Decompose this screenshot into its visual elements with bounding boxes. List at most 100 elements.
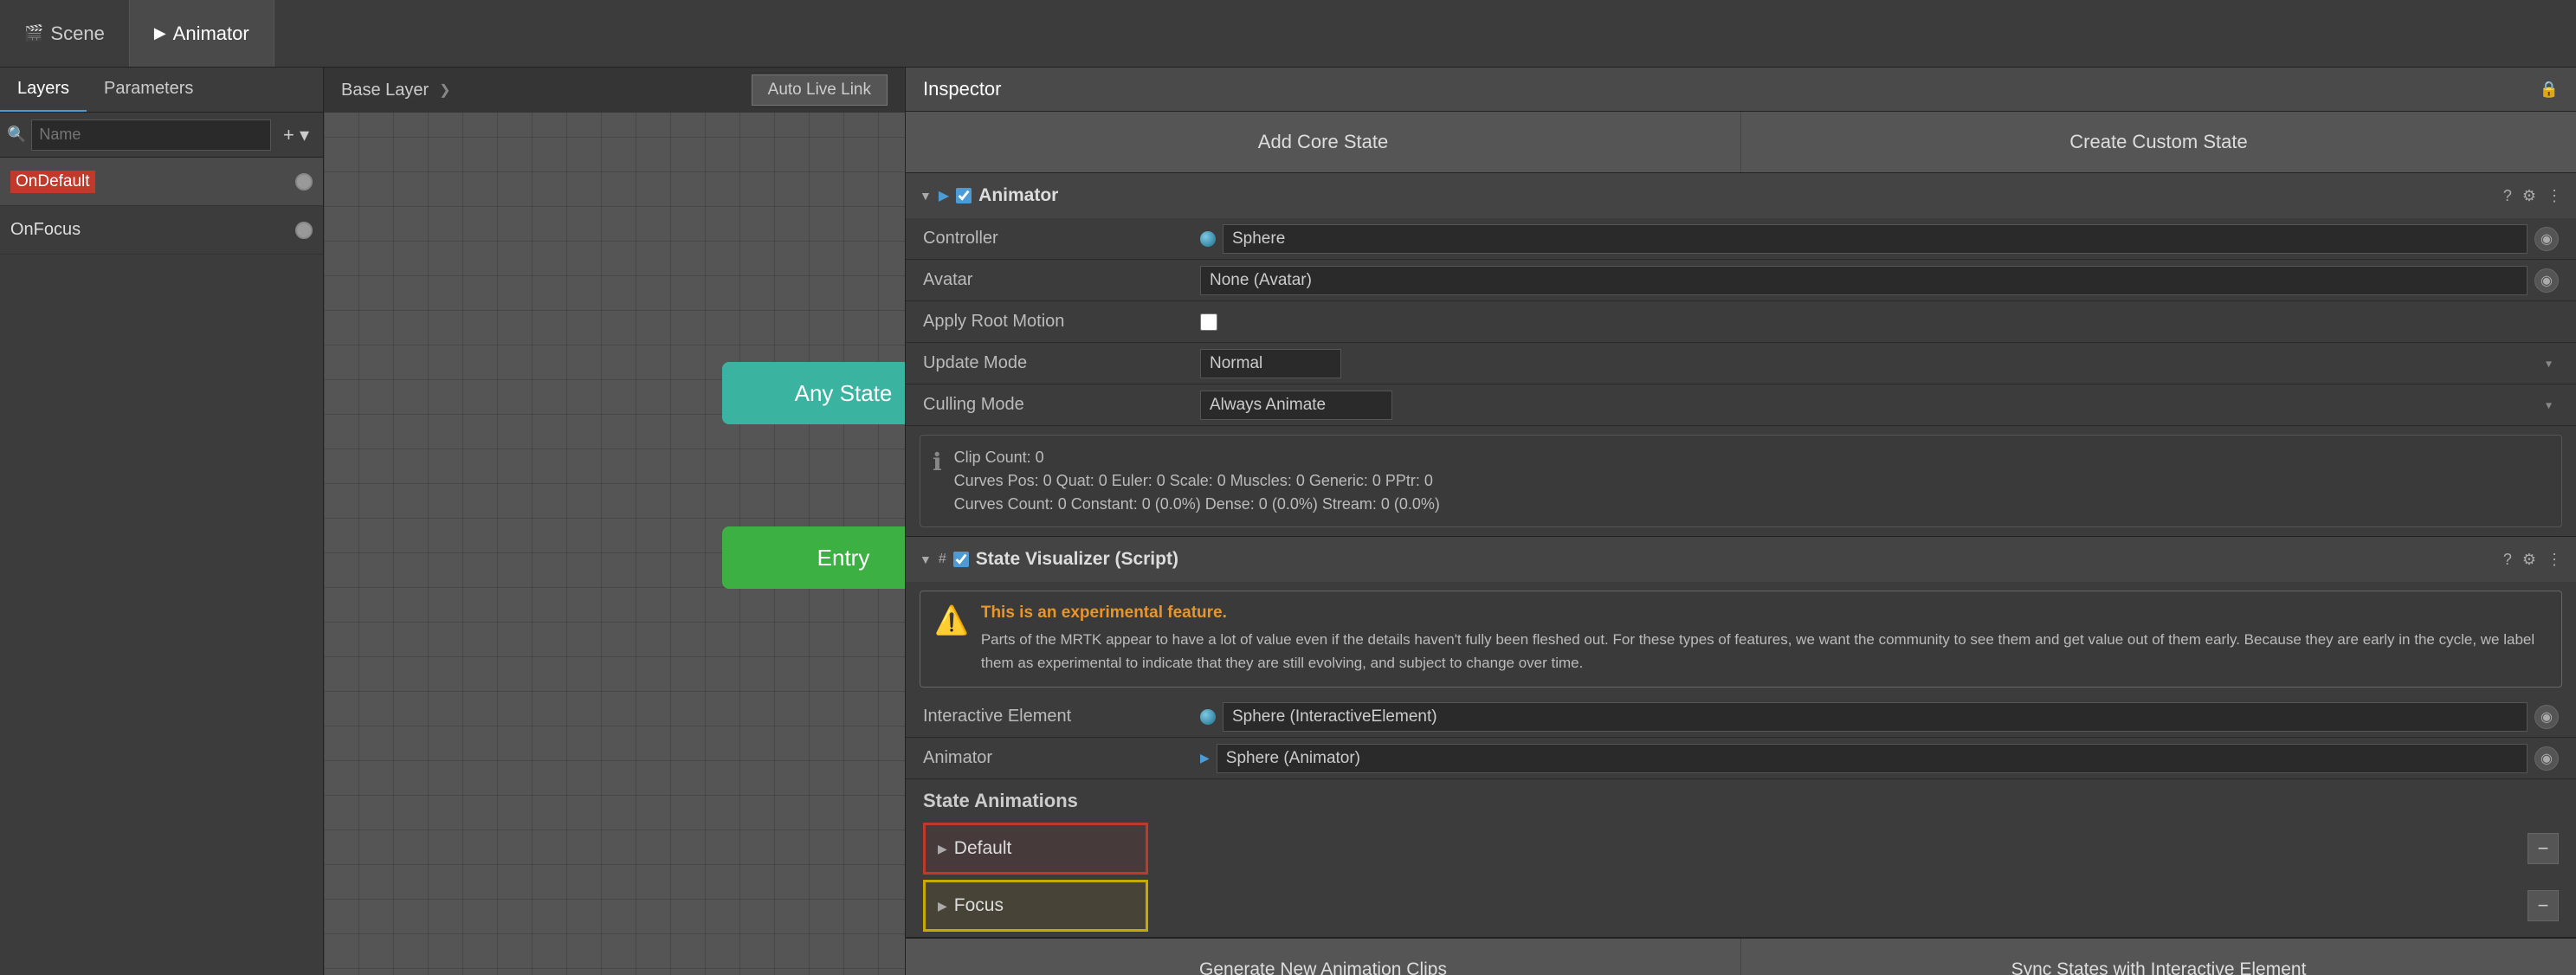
state-anim-focus-box[interactable]: ▶ Focus	[923, 880, 1148, 932]
state-anim-focus-arrow: ▶	[938, 899, 947, 914]
left-tabs: Layers Parameters	[0, 68, 323, 113]
add-core-state-button[interactable]: Add Core State	[906, 112, 1741, 172]
arrows-svg	[324, 68, 905, 975]
clip-info-box: ℹ Clip Count: 0 Curves Pos: 0 Quat: 0 Eu…	[920, 435, 2562, 527]
main-layout: Layers Parameters 🔍 + ▾ OnDefault OnFocu…	[0, 68, 2576, 975]
tab-animator[interactable]: ▶ Animator	[130, 0, 274, 67]
layer-name-onfocus: OnFocus	[10, 220, 81, 240]
search-input[interactable]	[31, 119, 271, 151]
update-mode-arrow: ▾	[2546, 356, 2552, 371]
apply-root-motion-field: Apply Root Motion	[906, 301, 2576, 343]
action-buttons: Add Core State Create Custom State	[906, 112, 2576, 173]
state-visualizer-section: ▼ # State Visualizer (Script) ? ⚙ ⋮ ⚠️ T…	[906, 537, 2576, 938]
sv-hash-icon: #	[939, 552, 946, 567]
layer-name-ondefault: OnDefault	[10, 171, 95, 193]
help-icon: ?	[2503, 187, 2512, 205]
avatar-select-btn[interactable]: ◉	[2534, 268, 2559, 293]
layer-dot-onfocus	[295, 222, 313, 239]
sv-help-icon: ?	[2503, 551, 2512, 569]
avatar-value: ◉	[1200, 266, 2559, 295]
update-mode-select-wrapper: Normal Animate Physics Unscaled Time ▾	[1200, 349, 2559, 378]
apply-root-motion-label: Apply Root Motion	[923, 312, 1200, 332]
culling-mode-field: Culling Mode Always Animate Cull Update …	[906, 384, 2576, 426]
node-entry[interactable]: Entry	[722, 526, 905, 589]
controller-value: ◉	[1200, 224, 2559, 254]
update-mode-select[interactable]: Normal Animate Physics Unscaled Time	[1200, 349, 1341, 378]
lock-icon: 🔒	[2540, 81, 2559, 99]
state-anim-default-box[interactable]: ▶ Default	[923, 823, 1148, 875]
animator-canvas[interactable]: Base Layer ❯ Auto Live Link	[324, 68, 905, 975]
state-anim-default-arrow: ▶	[938, 842, 947, 856]
scene-icon: 🎬	[24, 24, 43, 42]
controller-select-btn[interactable]: ◉	[2534, 227, 2559, 251]
tab-scene[interactable]: 🎬 Scene	[0, 0, 130, 67]
culling-mode-select[interactable]: Always Animate Cull Update Transforms Cu…	[1200, 391, 1392, 420]
sv-section-header[interactable]: ▼ # State Visualizer (Script) ? ⚙ ⋮	[906, 537, 2576, 582]
interactive-element-value: ◉	[1200, 702, 2559, 732]
tab-layers[interactable]: Layers	[0, 68, 87, 112]
animator-section-icons: ? ⚙ ⋮	[2503, 187, 2562, 205]
controller-field: Controller ◉	[906, 218, 2576, 260]
inspector-header: Inspector 🔒	[906, 68, 2576, 112]
interactive-element-field: Interactive Element ◉	[906, 696, 2576, 738]
animator-section-title: Animator	[978, 185, 1058, 206]
sv-more-icon: ⋮	[2547, 551, 2562, 569]
search-icon: 🔍	[7, 126, 26, 144]
sv-animator-input[interactable]	[1217, 744, 2528, 773]
canvas-header: Base Layer ❯ Auto Live Link	[324, 68, 905, 113]
generate-animation-clips-button[interactable]: Generate New Animation Clips	[906, 939, 1741, 975]
controller-input[interactable]	[1223, 224, 2528, 254]
animator-section: ▼ ▶ Animator ? ⚙ ⋮ Controller ◉	[906, 173, 2576, 537]
animator-collapse-arrow: ▼	[920, 189, 932, 203]
inspector-title: Inspector	[923, 78, 1002, 100]
add-layer-button[interactable]: + ▾	[276, 122, 316, 148]
animator-enabled-checkbox[interactable]	[956, 188, 972, 203]
sv-enabled-checkbox[interactable]	[953, 552, 969, 567]
sv-animator-label: Animator	[923, 748, 1200, 768]
sv-animator-value: ▶ ◉	[1200, 744, 2559, 773]
sv-animator-field: Animator ▶ ◉	[906, 738, 2576, 779]
state-anim-item-default: ▶ Default −	[923, 823, 2559, 875]
curves-pos: Curves Pos: 0 Quat: 0 Euler: 0 Scale: 0 …	[954, 469, 1440, 493]
layer-item-ondefault[interactable]: OnDefault	[0, 158, 323, 206]
avatar-input[interactable]	[1200, 266, 2528, 295]
bottom-buttons: Generate New Animation Clips Sync States…	[906, 938, 2576, 975]
state-anim-item-focus: ▶ Focus −	[923, 880, 2559, 932]
breadcrumb-arrow: ❯	[439, 81, 450, 99]
controller-label: Controller	[923, 229, 1200, 249]
create-custom-state-button[interactable]: Create Custom State	[1741, 112, 2576, 172]
sync-states-button[interactable]: Sync States with Interactive Element	[1741, 939, 2576, 975]
node-any-state[interactable]: Any State	[722, 362, 905, 424]
auto-live-link-button[interactable]: Auto Live Link	[752, 74, 888, 106]
tab-parameters[interactable]: Parameters	[87, 68, 210, 112]
avatar-field: Avatar ◉	[906, 260, 2576, 301]
search-bar: 🔍 + ▾	[0, 113, 323, 158]
state-anim-focus-label: Focus	[954, 895, 1004, 916]
culling-mode-value: Always Animate Cull Update Transforms Cu…	[1200, 391, 2559, 420]
layer-item-onfocus[interactable]: OnFocus	[0, 206, 323, 255]
apply-root-motion-value	[1200, 313, 2559, 331]
left-panel: Layers Parameters 🔍 + ▾ OnDefault OnFocu…	[0, 68, 324, 975]
ie-sphere-icon	[1200, 709, 1216, 725]
culling-mode-select-wrapper: Always Animate Cull Update Transforms Cu…	[1200, 391, 2559, 420]
sv-settings-icon: ⚙	[2522, 551, 2536, 569]
ie-select-btn[interactable]: ◉	[2534, 705, 2559, 729]
info-icon: ℹ	[933, 448, 942, 516]
apply-root-motion-checkbox[interactable]	[1200, 313, 1217, 331]
update-mode-field: Update Mode Normal Animate Physics Unsca…	[906, 343, 2576, 384]
state-anim-default-minus[interactable]: −	[2528, 833, 2559, 864]
more-icon: ⋮	[2547, 187, 2562, 205]
state-animations-header: State Animations	[906, 779, 2576, 817]
culling-mode-arrow: ▾	[2546, 397, 2552, 412]
state-anim-focus-minus[interactable]: −	[2528, 890, 2559, 921]
update-mode-label: Update Mode	[923, 353, 1200, 373]
sv-collapse-arrow: ▼	[920, 552, 932, 566]
sphere-icon	[1200, 231, 1216, 247]
sv-section-title: State Visualizer (Script)	[976, 549, 1178, 570]
layer-dot-ondefault	[295, 173, 313, 190]
interactive-element-input[interactable]	[1223, 702, 2528, 732]
settings-icon: ⚙	[2522, 187, 2536, 205]
right-panel: Inspector 🔒 Add Core State Create Custom…	[905, 68, 2576, 975]
animator-section-header[interactable]: ▼ ▶ Animator ? ⚙ ⋮	[906, 173, 2576, 218]
sv-animator-select-btn[interactable]: ◉	[2534, 746, 2559, 771]
